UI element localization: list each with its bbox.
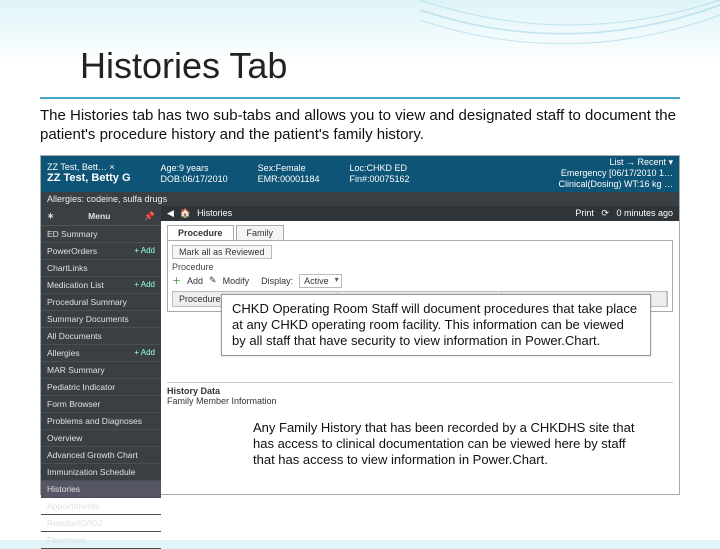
- sidebar-item-label: ED Summary: [47, 229, 98, 239]
- sidebar-item[interactable]: Histories: [41, 481, 161, 498]
- sidebar-item-label: Summary Documents: [47, 314, 129, 324]
- sidebar-item-label: Results/IO/IO2: [47, 518, 103, 528]
- sidebar-add-link[interactable]: + Add: [134, 348, 155, 357]
- sidebar-item-label: Advanced Growth Chart: [47, 450, 138, 460]
- sidebar-item-label: ChartLinks: [47, 263, 88, 273]
- sidebar-item[interactable]: Problems and Diagnoses: [41, 413, 161, 430]
- sidebar-add-link[interactable]: + Add: [134, 246, 155, 255]
- left-sidebar: ✶ Menu 📌 ED Summary PowerOrders + Add Chart…: [41, 206, 161, 494]
- mrn-label: EMR:00001184: [258, 174, 320, 185]
- sidebar-item[interactable]: ChartLinks: [41, 260, 161, 277]
- sidebar-item[interactable]: Advanced Growth Chart: [41, 447, 161, 464]
- fin-label: Fin#:00075162: [349, 174, 409, 185]
- sidebar-item-label: Appointments: [47, 501, 99, 511]
- sidebar-item[interactable]: Medication List + Add: [41, 277, 161, 294]
- allergies-bar: Allergies: codeine, sulfa drugs: [41, 192, 679, 206]
- display-label: Display:: [261, 276, 293, 286]
- sidebar-item-label: Overview: [47, 433, 82, 443]
- sidebar-add-link[interactable]: + Add: [134, 280, 155, 289]
- patient-banner: ZZ Test, Bett… × ZZ Test, Betty G Age:9 …: [41, 156, 679, 192]
- dob-label: DOB:06/17/2010: [161, 174, 228, 185]
- age-label: Age:9 years: [161, 163, 228, 174]
- decorative-swoosh: [420, 0, 720, 70]
- recent-dropdown[interactable]: List → Recent ▾: [558, 157, 673, 168]
- pin-icon[interactable]: 📌: [144, 211, 155, 222]
- callout-procedures: CHKD Operating Room Staff will document …: [221, 294, 651, 357]
- history-data-label: History Data: [167, 386, 673, 396]
- history-data-section: History Data Family Member Information: [167, 382, 673, 406]
- app-screenshot: ZZ Test, Bett… × ZZ Test, Betty G Age:9 …: [40, 155, 680, 495]
- patient-name: ZZ Test, Betty G: [47, 172, 131, 185]
- sidebar-item-label: MAR Summary: [47, 365, 105, 375]
- sidebar-item[interactable]: PowerOrders + Add: [41, 243, 161, 260]
- sidebar-item[interactable]: All Documents: [41, 328, 161, 345]
- sidebar-item[interactable]: Immunization Schedule: [41, 464, 161, 481]
- add-icon[interactable]: ＋: [172, 274, 181, 287]
- sidebar-item[interactable]: Results/IO/IO2: [41, 515, 161, 532]
- tab-family[interactable]: Family: [236, 225, 285, 240]
- patient-tab[interactable]: ZZ Test, Bett… ×: [47, 162, 131, 173]
- print-link[interactable]: Print: [575, 208, 594, 218]
- breadcrumb-bar: ◀ 🏠 Histories Print ⟳ 0 minutes ago: [161, 206, 679, 221]
- menu-icon[interactable]: ✶: [47, 211, 54, 222]
- sidebar-item[interactable]: Summary Documents: [41, 311, 161, 328]
- modify-button[interactable]: Modify: [223, 276, 250, 286]
- encounter-type: Emergency [06/17/2010 1…: [558, 168, 673, 179]
- sidebar-item[interactable]: Pediatric Indicator: [41, 379, 161, 396]
- loc-label: Loc:CHKD ED: [349, 163, 409, 174]
- sidebar-item-label: Allergies: [47, 348, 80, 358]
- nav-home-icon[interactable]: 🏠: [180, 208, 191, 219]
- sidebar-item-label: Pediatric Indicator: [47, 382, 115, 392]
- sidebar-item[interactable]: Form Browser: [41, 396, 161, 413]
- sidebar-item[interactable]: Appointments: [41, 498, 161, 515]
- sex-label: Sex:Female: [258, 163, 320, 174]
- sidebar-item[interactable]: Flowsheet: [41, 532, 161, 549]
- sidebar-item[interactable]: ED Summary: [41, 226, 161, 243]
- sidebar-item[interactable]: Overview: [41, 430, 161, 447]
- sidebar-item[interactable]: Allergies + Add: [41, 345, 161, 362]
- sidebar-item[interactable]: Procedural Summary: [41, 294, 161, 311]
- slide-body-text: The Histories tab has two sub-tabs and a…: [40, 107, 680, 145]
- breadcrumb-title: Histories: [197, 208, 232, 218]
- procedure-section-label: Procedure: [172, 262, 668, 272]
- modify-icon[interactable]: ✎: [209, 275, 217, 286]
- sidebar-item-label: Medication List: [47, 280, 104, 290]
- sidebar-item-label: Procedural Summary: [47, 297, 127, 307]
- sidebar-item-label: Histories: [47, 484, 80, 494]
- callout-family-history: Any Family History that has been recorde…: [243, 414, 653, 475]
- sidebar-header: Menu: [88, 211, 110, 221]
- add-button[interactable]: Add: [187, 276, 203, 286]
- sub-tabs: Procedure Family: [161, 221, 679, 240]
- sidebar-item-label: Immunization Schedule: [47, 467, 135, 477]
- encounter-weight: Clinical(Dosing) WT:16 kg …: [558, 179, 673, 190]
- family-member-info-label: Family Member Information: [167, 396, 673, 406]
- tab-procedure[interactable]: Procedure: [167, 225, 234, 240]
- refresh-meta: 0 minutes ago: [616, 208, 673, 218]
- mark-reviewed-button[interactable]: Mark all as Reviewed: [172, 245, 272, 259]
- sidebar-item[interactable]: MAR Summary: [41, 362, 161, 379]
- sidebar-item-label: Problems and Diagnoses: [47, 416, 142, 426]
- display-select[interactable]: Active: [299, 274, 342, 288]
- sidebar-item-label: All Documents: [47, 331, 102, 341]
- nav-back-icon[interactable]: ◀: [167, 208, 174, 219]
- sidebar-item-label: PowerOrders: [47, 246, 97, 256]
- sidebar-item-label: Form Browser: [47, 399, 100, 409]
